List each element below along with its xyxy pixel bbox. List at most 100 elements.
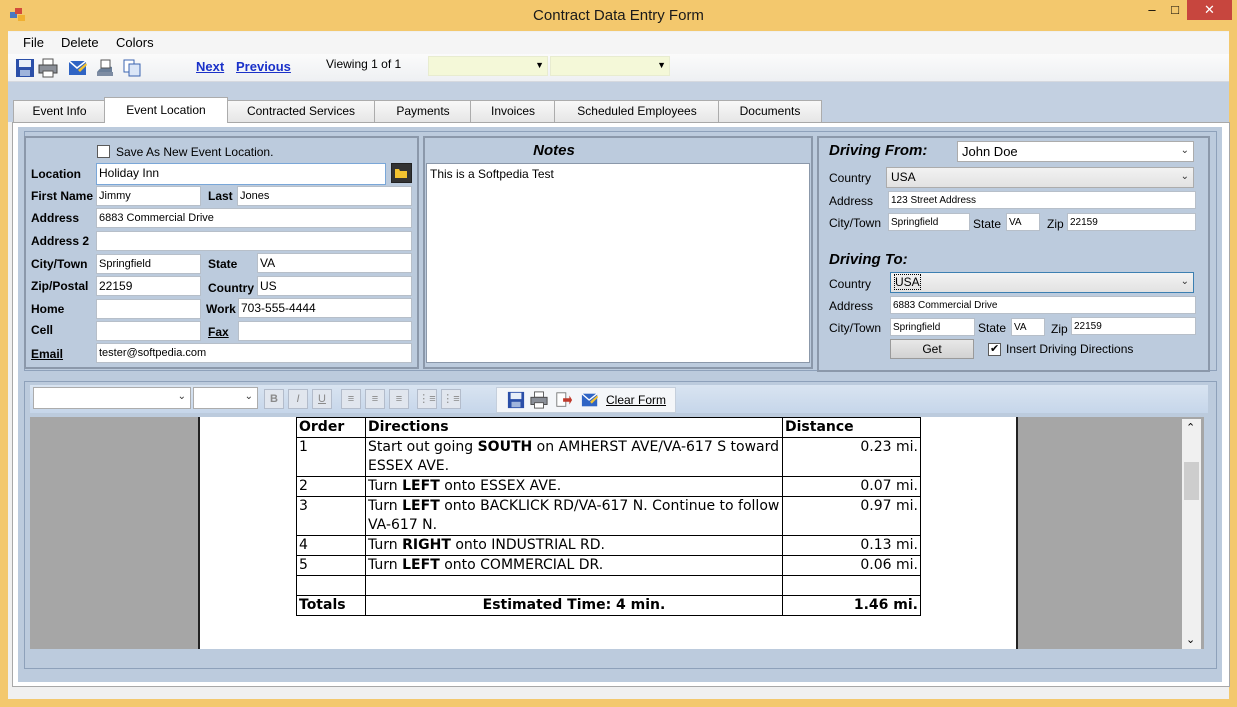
driving-from-title: Driving From:	[829, 142, 928, 159]
from-zip-input[interactable]: 22159	[1067, 213, 1196, 231]
table-row: 4 Turn RIGHT onto INDUSTRIAL RD. 0.13 mi…	[296, 535, 921, 556]
browse-location-button[interactable]	[391, 163, 412, 183]
address-input[interactable]: 6883 Commercial Drive	[96, 208, 412, 228]
first-name-input[interactable]: Jimmy	[96, 186, 201, 206]
menu-file[interactable]: File	[23, 35, 44, 50]
last-name-label: Last	[208, 189, 233, 203]
from-city-label: City/Town	[829, 216, 882, 230]
tab-scheduled-employees[interactable]: Scheduled Employees	[554, 100, 720, 122]
table-row: 5 Turn LEFT onto COMMERCIAL DR. 0.06 mi.	[296, 555, 921, 576]
direction-text: onto INDUSTRIAL RD.	[450, 537, 605, 553]
tab-event-info[interactable]: Event Info	[13, 100, 106, 122]
bullet-list-button[interactable]: ⋮≡	[417, 389, 437, 409]
row-distance: 0.06 mi.	[782, 555, 921, 576]
from-country-select[interactable]: USA ⌄	[886, 167, 1194, 188]
driving-from-person-select[interactable]: John Doe ⌄	[957, 141, 1194, 162]
clear-form-link[interactable]: Clear Form	[606, 393, 666, 407]
to-state-input[interactable]: VA	[1011, 318, 1045, 336]
save-as-new-checkbox[interactable]	[97, 145, 110, 158]
row-direction: Start out going SOUTH on AMHERST AVE/VA-…	[365, 437, 783, 477]
direction-turn: LEFT	[402, 557, 440, 573]
fax-input[interactable]	[238, 321, 412, 341]
row-order: 4	[296, 535, 366, 556]
direction-text: Turn	[368, 498, 403, 514]
vertical-scrollbar[interactable]	[1182, 419, 1201, 649]
minimize-button[interactable]: –	[1140, 0, 1164, 20]
home-phone-label: Home	[31, 302, 65, 316]
to-address-input[interactable]: 6883 Commercial Drive	[890, 296, 1196, 314]
maximize-button[interactable]: □	[1164, 0, 1186, 20]
email-icon[interactable]	[581, 391, 599, 409]
from-address-input[interactable]: 123 Street Address	[888, 191, 1196, 209]
print-icon[interactable]	[530, 391, 548, 409]
home-phone-input[interactable]	[96, 299, 201, 319]
font-family-select[interactable]: ⌄	[33, 387, 191, 409]
location-input[interactable]: Holiday Inn	[96, 163, 386, 185]
previous-link[interactable]: Previous	[236, 59, 291, 74]
align-center-button[interactable]: ≡	[365, 389, 385, 409]
direction-text: Start out going	[368, 439, 478, 455]
export-icon[interactable]	[555, 391, 573, 409]
tab-documents[interactable]: Documents	[718, 100, 822, 122]
save-icon[interactable]	[15, 58, 35, 78]
last-name-input[interactable]: Jones	[237, 186, 412, 206]
close-button[interactable]: ✕	[1187, 0, 1232, 20]
save-icon[interactable]	[507, 391, 525, 409]
menu-colors[interactable]: Colors	[116, 35, 154, 50]
tab-invoices[interactable]: Invoices	[470, 100, 556, 122]
city-label: City/Town	[31, 257, 88, 271]
to-city-input[interactable]: Springfield	[890, 318, 975, 336]
align-right-button[interactable]: ≡	[389, 389, 409, 409]
scroll-up-icon[interactable]: ⌃	[1186, 421, 1195, 434]
cell-phone-input[interactable]	[96, 321, 201, 341]
address2-label: Address 2	[31, 234, 90, 248]
next-link[interactable]: Next	[196, 59, 224, 74]
align-left-button[interactable]: ≡	[341, 389, 361, 409]
email-link[interactable]: Email	[31, 347, 63, 361]
state-input[interactable]: VA	[257, 253, 412, 273]
from-city-input[interactable]: Springfield	[888, 213, 970, 231]
work-phone-input[interactable]: 703-555-4444	[238, 298, 412, 318]
get-directions-button[interactable]: Get	[890, 339, 974, 359]
email-icon[interactable]	[68, 58, 88, 78]
italic-button[interactable]: I	[288, 389, 308, 409]
scrollbar-thumb[interactable]	[1184, 462, 1199, 500]
fax-link[interactable]: Fax	[208, 325, 229, 339]
row-order: 3	[296, 496, 366, 536]
tab-payments[interactable]: Payments	[374, 100, 472, 122]
filter-combo-1[interactable]: ▼	[428, 56, 548, 76]
save-as-new-label: Save As New Event Location.	[116, 145, 274, 159]
header-directions: Directions	[365, 417, 783, 438]
direction-text: Turn	[368, 478, 403, 494]
font-size-select[interactable]: ⌄	[193, 387, 258, 409]
print-icon[interactable]	[38, 58, 58, 78]
zip-input[interactable]: 22159	[96, 276, 201, 296]
copy-icon[interactable]	[122, 58, 142, 78]
city-input[interactable]: Springfield	[96, 254, 201, 274]
driving-from-person-value: John Doe	[962, 144, 1018, 159]
to-zip-input[interactable]: 22159	[1071, 317, 1196, 335]
country-input[interactable]: US	[257, 276, 412, 296]
notes-textarea[interactable]: This is a Softpedia Test	[426, 163, 810, 363]
header-distance: Distance	[782, 417, 921, 438]
fax-icon[interactable]	[95, 58, 115, 78]
underline-button[interactable]: U	[312, 389, 332, 409]
tab-contracted-services[interactable]: Contracted Services	[226, 100, 376, 122]
country-label: Country	[208, 281, 254, 295]
address2-input[interactable]	[96, 231, 412, 251]
to-country-select[interactable]: USA ⌄	[890, 272, 1194, 293]
numbered-list-button[interactable]: ⋮≡	[441, 389, 461, 409]
tab-event-location[interactable]: Event Location	[104, 97, 228, 123]
filter-combo-2[interactable]: ▼	[550, 56, 670, 76]
menu-delete[interactable]: Delete	[61, 35, 99, 50]
table-header-row: Order Directions Distance	[296, 417, 921, 438]
window-title: Contract Data Entry Form	[533, 7, 704, 24]
chevron-down-icon: ⌄	[1180, 171, 1189, 182]
bold-button[interactable]: B	[264, 389, 284, 409]
email-input[interactable]: tester@softpedia.com	[96, 343, 412, 363]
scroll-down-icon[interactable]: ⌄	[1186, 633, 1195, 646]
insert-directions-checkbox[interactable]	[988, 342, 1001, 356]
from-state-input[interactable]: VA	[1006, 213, 1040, 231]
to-country-label: Country	[829, 277, 872, 291]
from-country-label: Country	[829, 171, 872, 185]
